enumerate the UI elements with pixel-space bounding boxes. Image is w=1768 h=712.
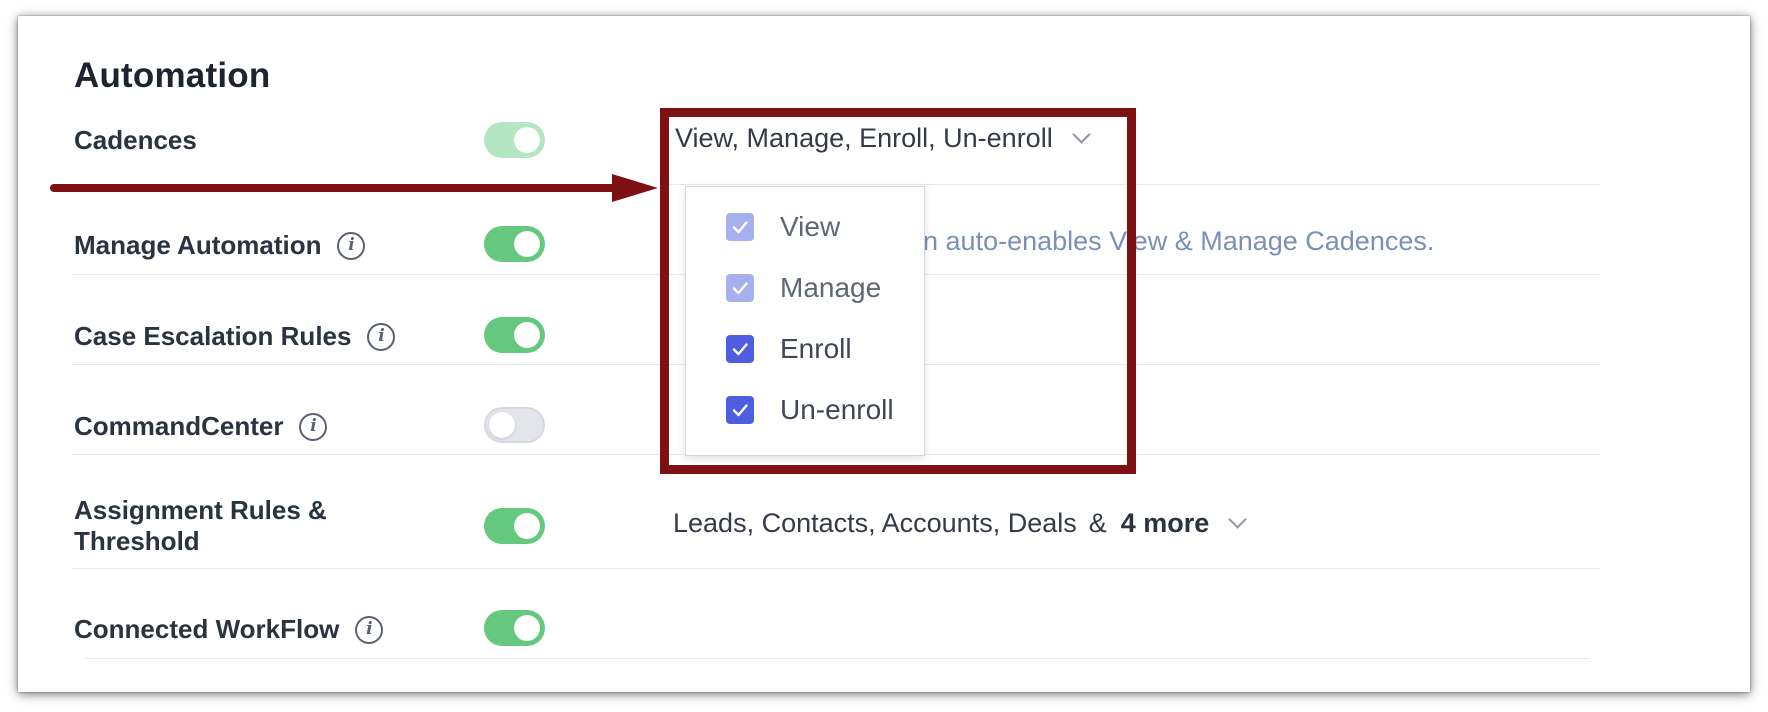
assignment-select-amp: & <box>1088 508 1107 538</box>
commandcenter-toggle[interactable] <box>484 407 545 443</box>
connected-workflow-toggle[interactable] <box>484 610 545 646</box>
toggle-knob <box>489 412 515 438</box>
assignment-select[interactable]: Leads, Contacts, Accounts, Deals & 4 mor… <box>673 508 1247 539</box>
info-icon[interactable]: i <box>337 231 366 260</box>
row-label-text: CommandCenter <box>74 411 284 441</box>
toggle-knob <box>514 322 540 348</box>
manage-automation-toggle[interactable] <box>484 226 545 262</box>
info-icon[interactable]: i <box>299 412 328 441</box>
divider <box>72 568 1600 569</box>
info-icon[interactable]: i <box>367 322 396 351</box>
annotation-highlight-box <box>660 108 1136 474</box>
cadences-toggle[interactable] <box>484 122 545 158</box>
row-label-line2: Threshold <box>74 526 200 556</box>
row-label-connected-workflow: Connected WorkFlow i <box>74 614 384 645</box>
toggle-knob <box>514 127 540 153</box>
row-label-manage-automation: Manage Automation i <box>74 230 366 261</box>
row-label-commandcenter: CommandCenter i <box>74 411 328 442</box>
assignment-rules-toggle[interactable] <box>484 508 545 544</box>
section-title: Automation <box>74 56 271 95</box>
info-icon[interactable]: i <box>355 615 384 644</box>
row-label-assignment-rules: Assignment Rules & Threshold <box>74 495 327 557</box>
row-label-line1: Assignment Rules & <box>74 495 327 525</box>
toggle-knob <box>514 231 540 257</box>
row-label-cadences: Cadences <box>74 125 197 156</box>
divider <box>84 658 1590 659</box>
toggle-knob <box>514 615 540 641</box>
row-label-text: Cadences <box>74 125 197 155</box>
row-label-text: Manage Automation <box>74 230 322 260</box>
row-label-case-escalation-rules: Case Escalation Rules i <box>74 321 396 352</box>
arrow-right-icon <box>50 174 658 202</box>
toggle-knob <box>514 513 540 539</box>
chevron-down-icon <box>1228 510 1247 529</box>
row-label-text: Case Escalation Rules <box>74 321 352 351</box>
assignment-select-more[interactable]: 4 more <box>1121 508 1210 539</box>
row-label-text: Connected WorkFlow <box>74 614 340 644</box>
case-escalation-rules-toggle[interactable] <box>484 317 545 353</box>
assignment-select-value: Leads, Contacts, Accounts, Deals <box>673 508 1077 538</box>
